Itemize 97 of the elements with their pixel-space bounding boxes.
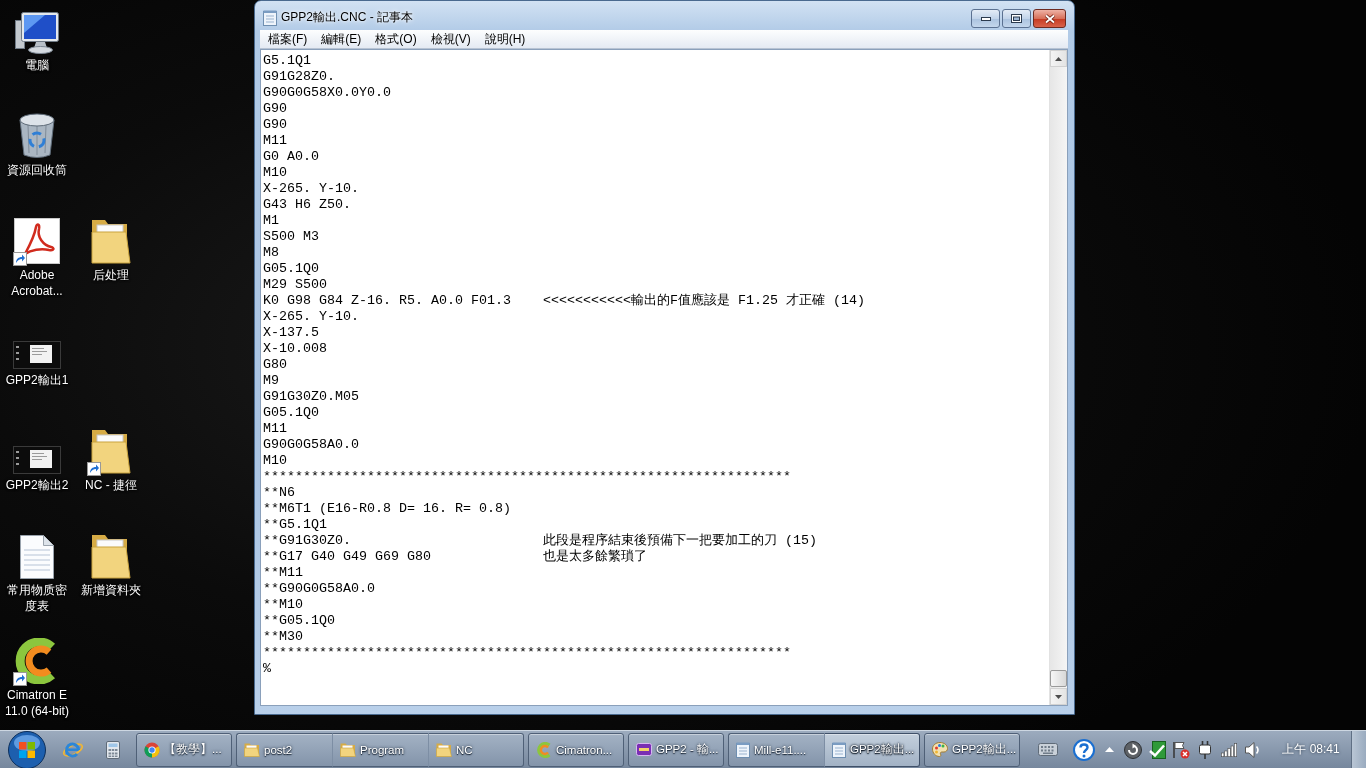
show-desktop-button[interactable]	[1351, 731, 1366, 768]
menu-item[interactable]: 檢視(V)	[423, 30, 478, 48]
notepad-icon	[832, 741, 846, 758]
text-line: G5.1Q1	[263, 53, 311, 69]
swirl-document-icon	[14, 218, 60, 264]
folder-icon	[91, 428, 131, 474]
text-line: **G17 G40 G49 G69 G80 也是太多餘繁瑣了	[263, 549, 647, 565]
text-line: **M6T1 (E16-R0.8 D= 16. R= 0.8)	[263, 501, 511, 517]
folder-icon	[91, 218, 131, 264]
text-line: G80	[263, 357, 287, 373]
text-line: M11	[263, 133, 287, 149]
calculator-icon[interactable]	[106, 740, 120, 759]
screen-thumbnail-icon	[13, 341, 61, 369]
text-line: G90	[263, 117, 287, 133]
text-line: **M10	[263, 597, 303, 613]
keyboard-icon[interactable]	[1038, 743, 1058, 756]
folder-icon	[340, 742, 356, 757]
text-line: M10	[263, 165, 287, 181]
square-icon	[1011, 14, 1022, 23]
trash-bin-icon	[19, 113, 55, 159]
desktop-item[interactable]: GPP2輸出1	[0, 323, 74, 388]
scroll-up-button[interactable]	[1050, 50, 1067, 67]
text-line: G90G0G58X0.0Y0.0	[263, 85, 391, 101]
folder-icon	[436, 742, 452, 757]
text-line: G43 H6 Z50.	[263, 197, 351, 213]
square-logo-icon	[636, 743, 652, 756]
text-line: G05.1Q0	[263, 405, 319, 421]
screen-thumbnail-icon	[13, 446, 61, 474]
vertical-scrollbar[interactable]	[1049, 50, 1067, 705]
computer-icon	[15, 12, 59, 54]
up-arrow-icon	[1055, 56, 1062, 61]
notepad-icon	[263, 9, 277, 26]
palette-icon	[932, 742, 948, 757]
text-line: M29 S500	[263, 277, 327, 293]
text-line: X-10.008	[263, 341, 327, 357]
ring-logo-icon	[144, 741, 160, 758]
text-line: G91G28Z0.	[263, 69, 335, 85]
text-line: M11	[263, 421, 287, 437]
text-line: G90	[263, 101, 287, 117]
c-logo-icon	[536, 741, 552, 758]
text-line: ******************************************************************	[263, 469, 791, 485]
desktop-item[interactable]: 新增資料夾	[74, 533, 148, 598]
text-line: M9	[263, 373, 279, 389]
scroll-down-button[interactable]	[1050, 688, 1067, 705]
text-line: **N6	[263, 485, 295, 501]
close-icon	[1043, 13, 1056, 24]
folder-icon	[244, 742, 260, 757]
power-plug-icon[interactable]	[1198, 740, 1212, 759]
text-line: G90G0G58A0.0	[263, 437, 359, 453]
text-line: **M11	[263, 565, 303, 581]
text-line: ******************************************************************	[263, 645, 791, 661]
menu-item[interactable]: 格式(O)	[368, 30, 424, 48]
text-line: X-265. Y-10.	[263, 181, 359, 197]
minimize-button[interactable]	[971, 9, 1000, 28]
menu-item[interactable]: 編輯(E)	[314, 30, 369, 48]
text-line: **G05.1Q0	[263, 613, 335, 629]
folder-icon	[91, 533, 131, 579]
down-arrow-icon	[1055, 694, 1062, 699]
desktop-item[interactable]: 后处理	[74, 218, 148, 283]
speaker-icon[interactable]	[1245, 741, 1261, 758]
text-line: S500 M3	[263, 229, 319, 245]
text-line: **M30	[263, 629, 303, 645]
desktop-item[interactable]: 資源回收筒	[0, 113, 74, 178]
text-line: K0 G98 G84 Z-16. R5. A0.0 F01.3 <<<<<<<<<<<輸出的F值應該是 F1.25 才正確 (14)	[263, 293, 865, 309]
check-icon[interactable]	[1148, 740, 1166, 759]
text-line: **G91G30Z0. 此段是程序結束後預備下一把要加工的刀 (15)	[263, 533, 817, 549]
close-button[interactable]	[1033, 9, 1066, 28]
menu-item[interactable]: 說明(H)	[477, 30, 533, 48]
menu-item[interactable]: 檔案(F)	[261, 30, 315, 48]
text-line: M10	[263, 453, 287, 469]
text-line: **G5.1Q1	[263, 517, 327, 533]
text-line: **G90G0G58A0.0	[263, 581, 375, 597]
desktop-item[interactable]: GPP2輸出2	[0, 428, 74, 493]
maximize-button[interactable]	[1002, 9, 1031, 28]
desktop-item[interactable]: 電腦	[0, 8, 74, 73]
text-line: X-137.5	[263, 325, 319, 341]
caret-up-icon[interactable]	[1104, 747, 1114, 752]
text-line: G0 A0.0	[263, 149, 319, 165]
window-title: GPP2輸出.CNC - 記事本	[281, 9, 413, 26]
scroll-thumb[interactable]	[1050, 670, 1067, 687]
desktop-item[interactable]: NC - 捷徑	[74, 428, 148, 493]
notepad-icon	[736, 741, 750, 758]
text-line: %	[263, 661, 271, 677]
text-line: G91G30Z0.M05	[263, 389, 359, 405]
flag-icon[interactable]	[1172, 740, 1190, 759]
text-line: X-265. Y-10.	[263, 309, 359, 325]
desktop-item[interactable]: Adobe Acrobat...	[0, 218, 74, 299]
text-document-icon	[20, 535, 54, 579]
help-icon[interactable]	[1073, 738, 1095, 761]
text-line: M1	[263, 213, 279, 229]
signal-bars-icon[interactable]	[1221, 742, 1237, 757]
desktop-item[interactable]: 常用物质密度表	[0, 533, 74, 614]
desktop-item[interactable]: Cimatron E 11.0 (64-bit)	[0, 638, 74, 719]
dash-icon	[980, 16, 991, 21]
text-line: M8	[263, 245, 279, 261]
start-orb-icon[interactable]	[8, 730, 46, 768]
text-line: G05.1Q0	[263, 261, 319, 277]
